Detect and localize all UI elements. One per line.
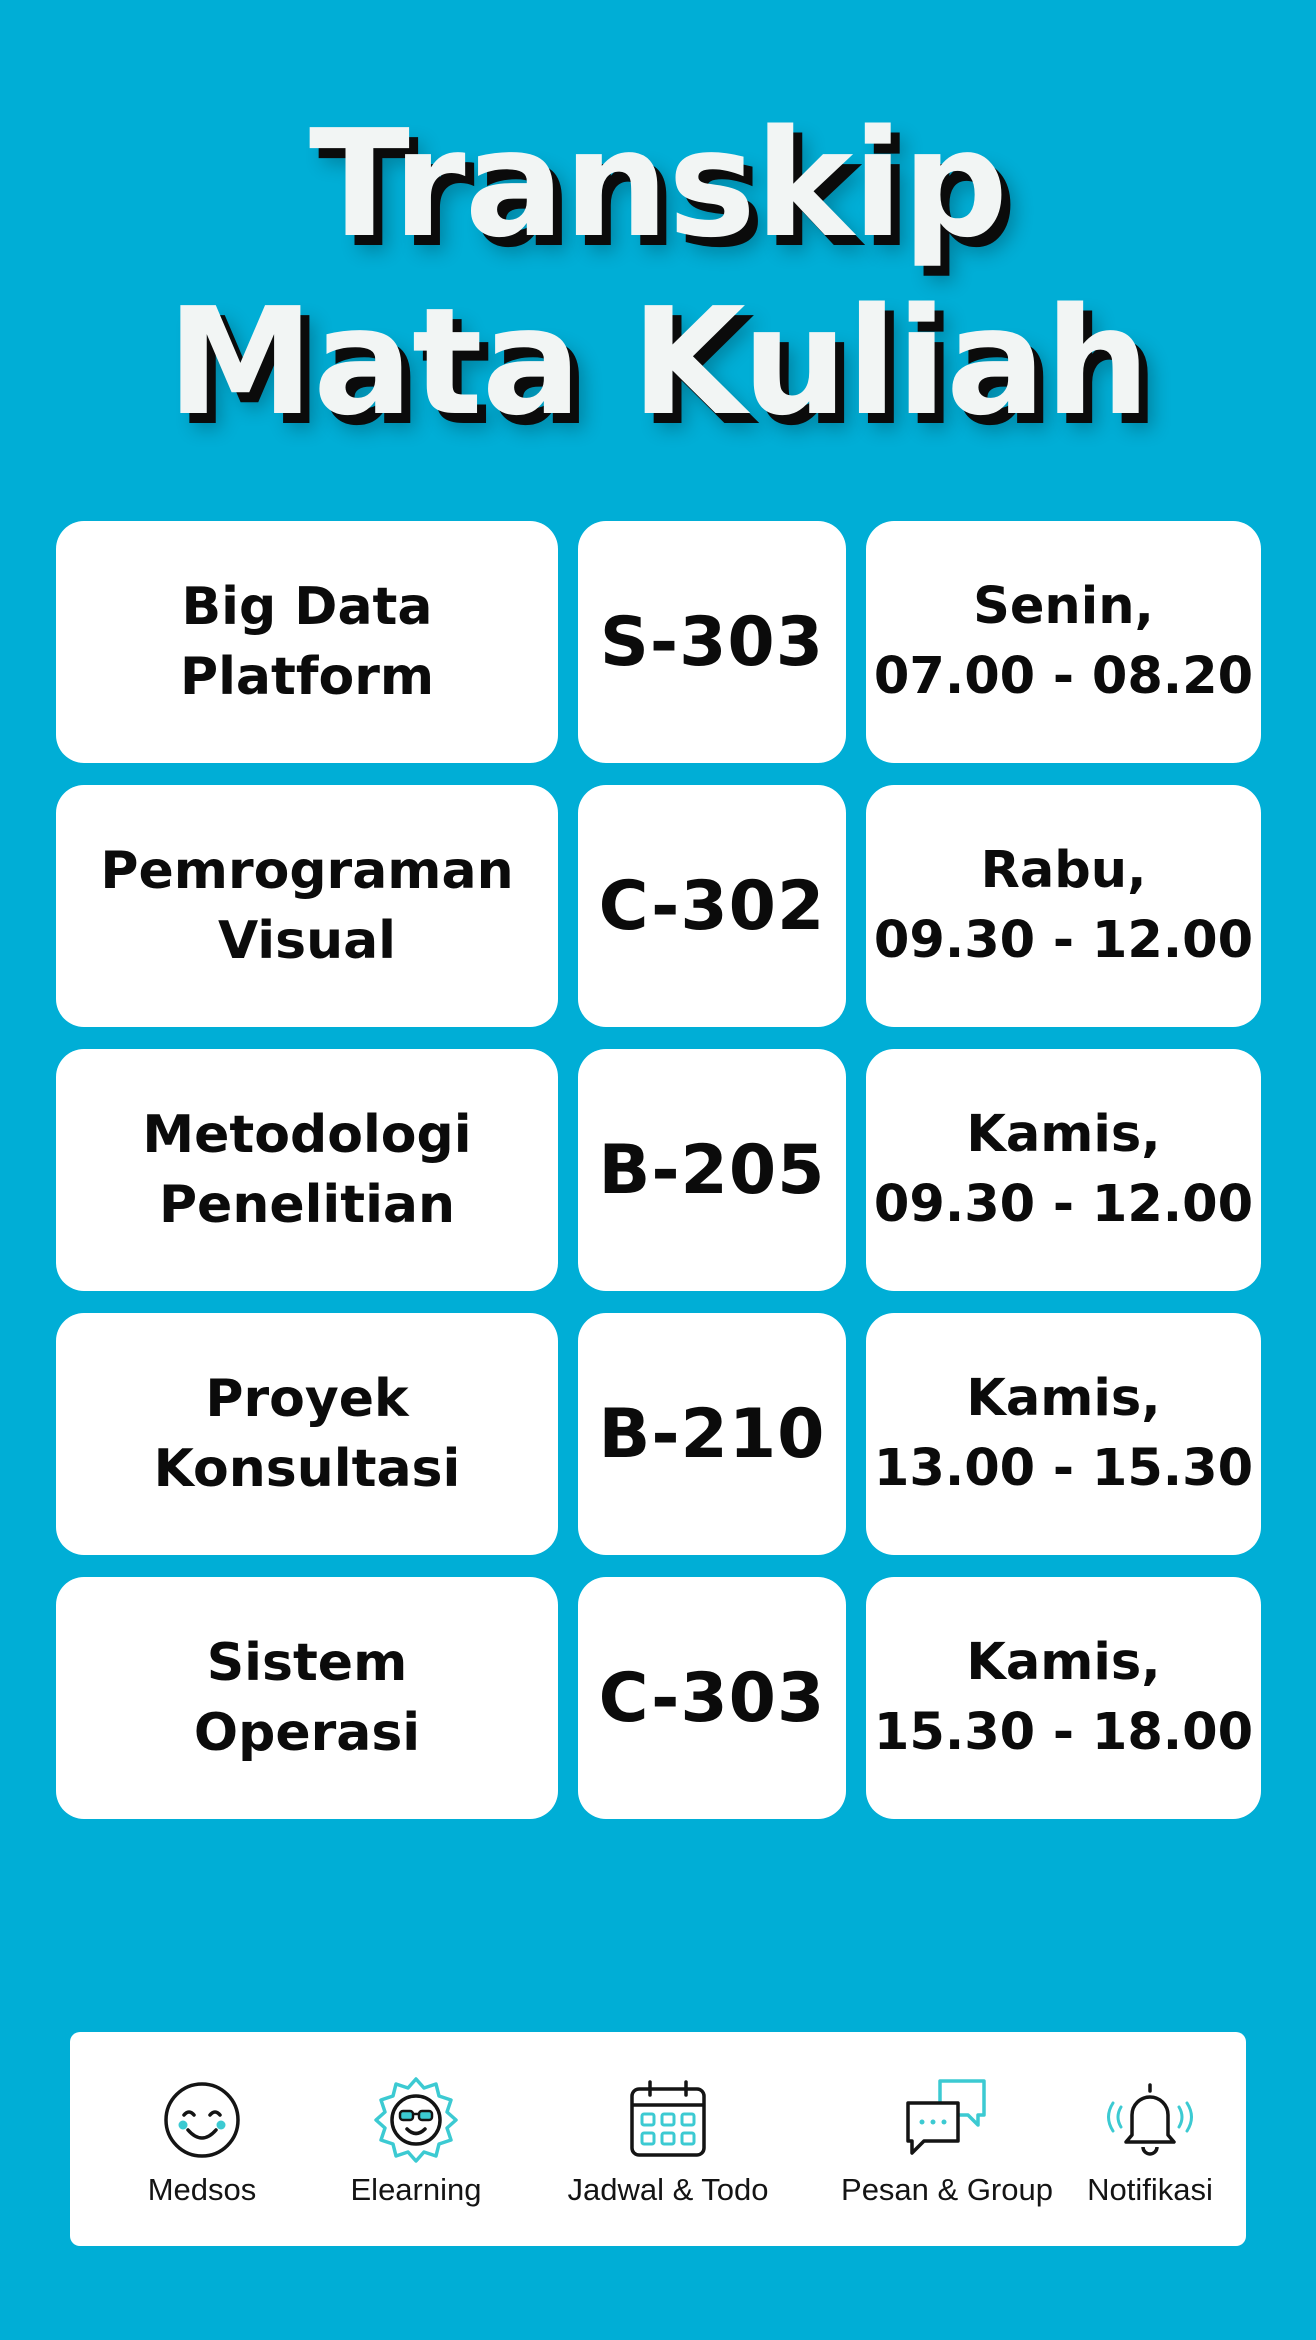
course-name-line-1: Proyek: [205, 1369, 409, 1429]
course-name-line-1: Metodologi: [142, 1105, 472, 1165]
course-time: 09.30 - 12.00: [873, 911, 1254, 970]
course-schedule-card[interactable]: Kamis, 13.00 - 15.30: [866, 1313, 1261, 1555]
course-room-card[interactable]: C-303: [578, 1577, 846, 1819]
course-row: Metodologi Penelitian B-205 Kamis, 09.30…: [56, 1049, 1261, 1291]
smiley-face-icon: [164, 2082, 240, 2158]
course-day: Kamis,: [966, 1633, 1161, 1692]
nav-label: Pesan & Group: [841, 2172, 1053, 2207]
course-schedule-card[interactable]: Kamis, 09.30 - 12.00: [866, 1049, 1261, 1291]
course-room-card[interactable]: S-303: [578, 521, 846, 763]
course-name-card[interactable]: Big Data Platform: [56, 521, 558, 763]
course-time: 09.30 - 12.00: [873, 1175, 1254, 1234]
chat-bubbles-icon: [906, 2079, 986, 2155]
bottom-navigation-bar: Medsos Elearning Jadwal & Todo Pesan & G…: [70, 2032, 1246, 2246]
title-line-1: Transkip: [308, 98, 1008, 270]
bell-ringing-icon: [1107, 2083, 1193, 2156]
course-room: B-210: [598, 1394, 826, 1474]
nav-item-jadwal-todo[interactable]: Jadwal & Todo: [538, 2032, 798, 2246]
course-name-card[interactable]: Metodologi Penelitian: [56, 1049, 558, 1291]
nav-label: Elearning: [350, 2172, 482, 2207]
calendar-icon: [630, 2080, 706, 2157]
course-day: Senin,: [973, 577, 1154, 636]
course-name-line-1: Pemrograman: [100, 841, 514, 901]
course-name-line-2: Penelitian: [158, 1175, 456, 1235]
course-name-card[interactable]: Pemrograman Visual: [56, 785, 558, 1027]
course-schedule-card[interactable]: Rabu, 09.30 - 12.00: [866, 785, 1261, 1027]
course-room: B-205: [598, 1130, 826, 1210]
sunglasses-face-badge-icon: [374, 2077, 458, 2163]
course-row: Sistem Operasi C-303 Kamis, 15.30 - 18.0…: [56, 1577, 1261, 1819]
nav-label: Medsos: [147, 2172, 257, 2207]
course-day: Kamis,: [966, 1105, 1161, 1164]
page-title: Transkip Mata Kuliah: [0, 95, 1316, 451]
course-day: Rabu,: [980, 841, 1147, 900]
course-room-card[interactable]: B-210: [578, 1313, 846, 1555]
course-time: 15.30 - 18.00: [873, 1703, 1254, 1762]
course-name-card[interactable]: Sistem Operasi: [56, 1577, 558, 1819]
nav-label: Notifikasi: [1087, 2172, 1213, 2207]
course-room: C-302: [598, 866, 826, 946]
course-room-card[interactable]: B-205: [578, 1049, 846, 1291]
nav-item-pesan-group[interactable]: Pesan & Group: [812, 2032, 1082, 2246]
course-room: C-303: [598, 1658, 826, 1738]
course-name-line-2: Operasi: [193, 1703, 421, 1763]
nav-item-elearning[interactable]: Elearning: [326, 2032, 506, 2246]
course-name-line-2: Platform: [179, 647, 435, 707]
course-time: 07.00 - 08.20: [873, 647, 1254, 706]
course-name-line-1: Sistem: [206, 1633, 408, 1693]
course-row: Proyek Konsultasi B-210 Kamis, 13.00 - 1…: [56, 1313, 1261, 1555]
course-table: Big Data Platform S-303 Senin, 07.00 - 0…: [56, 521, 1261, 1841]
course-room-card[interactable]: C-302: [578, 785, 846, 1027]
course-schedule-card[interactable]: Senin, 07.00 - 08.20: [866, 521, 1261, 763]
title-line-2: Mata Kuliah: [166, 276, 1150, 448]
course-day: Kamis,: [966, 1369, 1161, 1428]
nav-item-notifikasi[interactable]: Notifikasi: [1070, 2032, 1230, 2246]
course-room: S-303: [599, 602, 825, 682]
course-schedule-card[interactable]: Kamis, 15.30 - 18.00: [866, 1577, 1261, 1819]
course-name-line-2: Visual: [217, 911, 397, 971]
nav-label: Jadwal & Todo: [567, 2172, 769, 2207]
course-row: Pemrograman Visual C-302 Rabu, 09.30 - 1…: [56, 785, 1261, 1027]
course-name-card[interactable]: Proyek Konsultasi: [56, 1313, 558, 1555]
course-name-line-2: Konsultasi: [153, 1439, 461, 1499]
nav-item-medsos[interactable]: Medsos: [112, 2032, 292, 2246]
course-row: Big Data Platform S-303 Senin, 07.00 - 0…: [56, 521, 1261, 763]
course-name-line-1: Big Data: [181, 577, 433, 637]
course-time: 13.00 - 15.30: [873, 1439, 1254, 1498]
